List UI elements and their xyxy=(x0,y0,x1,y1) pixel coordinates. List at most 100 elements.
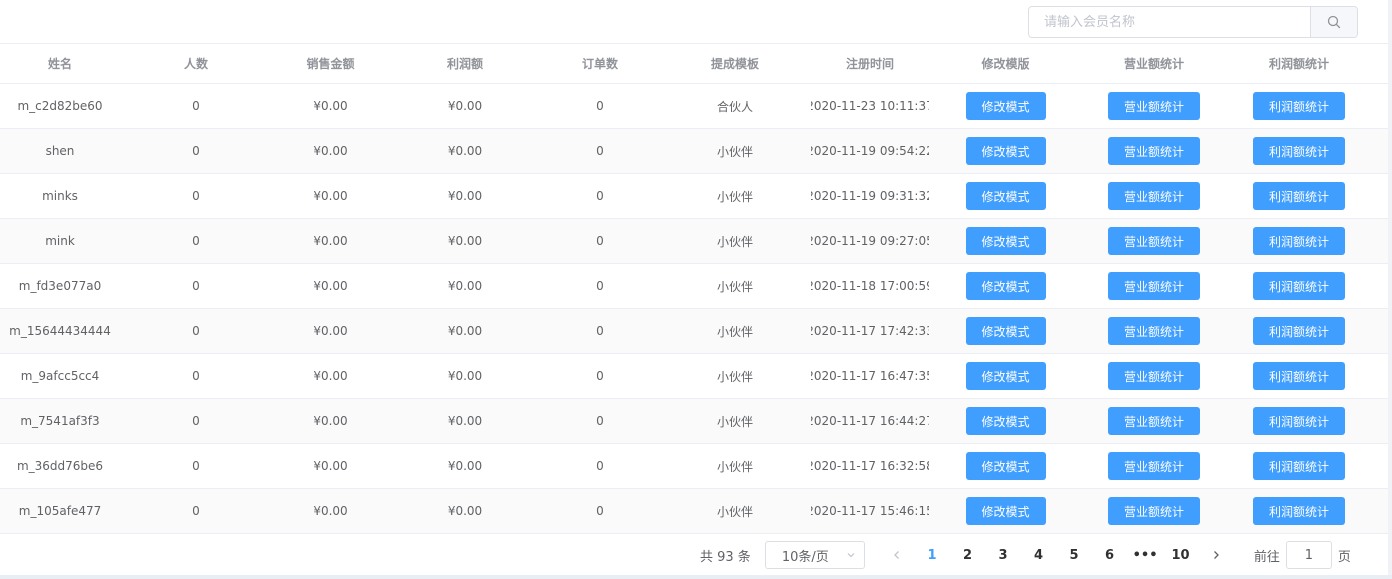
cell-action: 利润额统计 xyxy=(1226,317,1372,345)
cell-action: 营业额统计 xyxy=(1082,317,1226,345)
cell-orders: 0 xyxy=(596,459,604,473)
revenue-stats-button[interactable]: 营业额统计 xyxy=(1108,227,1200,255)
table-row: m_7541af3f3 0 ¥0.00 ¥0.00 0 小伙伴 2020-11-17 16:… xyxy=(0,399,1388,444)
edit-mode-button[interactable]: 修改模式 xyxy=(965,407,1046,435)
member-table: 姓名 人数 销售金额 利润额 订单数 提成模板 注册时间 修改模版 营业额统计 … xyxy=(0,43,1388,534)
cell-template: 小伙伴 xyxy=(716,279,753,294)
cell-orders: 0 xyxy=(596,414,604,428)
table-row: m_fd3e077a0 0 ¥0.00 ¥0.00 0 小伙伴 2020-11-18 17:… xyxy=(0,264,1388,309)
cell-profit: ¥0.00 xyxy=(447,414,483,428)
profit-stats-button[interactable]: 利润额统计 xyxy=(1253,137,1345,165)
revenue-stats-button[interactable]: 营业额统计 xyxy=(1108,272,1200,300)
cell-action: 营业额统计 xyxy=(1082,272,1226,300)
prev-page-button[interactable] xyxy=(879,541,915,569)
cell-registered: 2020-11-17 16:32:58 xyxy=(811,459,929,473)
page-number-button[interactable]: 6 xyxy=(1092,541,1128,569)
page-number-button[interactable]: 3 xyxy=(985,541,1021,569)
header-sales: 销售金额 xyxy=(306,57,355,71)
search-input[interactable] xyxy=(1029,7,1310,37)
search-button[interactable] xyxy=(1310,7,1357,37)
revenue-stats-button[interactable]: 营业额统计 xyxy=(1108,137,1200,165)
profit-stats-button[interactable]: 利润额统计 xyxy=(1253,92,1345,120)
page-number-button[interactable]: 5 xyxy=(1056,541,1092,569)
member-list-page: 姓名 人数 销售金额 利润额 订单数 提成模板 注册时间 修改模版 营业额统计 … xyxy=(0,0,1392,579)
cell-profit: ¥0.00 xyxy=(447,369,483,383)
cell-name: m_fd3e077a0 xyxy=(18,279,102,293)
cell-people: 0 xyxy=(192,234,200,248)
edit-mode-button[interactable]: 修改模式 xyxy=(965,137,1046,165)
cell-template: 小伙伴 xyxy=(716,369,753,384)
cell-name: m_36dd76be6 xyxy=(16,459,104,473)
cell-action: 营业额统计 xyxy=(1082,497,1226,525)
goto-page-input[interactable] xyxy=(1285,541,1332,569)
cell-template: 合伙人 xyxy=(716,99,753,114)
cell-action: 利润额统计 xyxy=(1226,362,1372,390)
revenue-stats-button[interactable]: 营业额统计 xyxy=(1108,92,1200,120)
goto-prefix: 前往 xyxy=(1253,549,1280,565)
profit-stats-button[interactable]: 利润额统计 xyxy=(1253,407,1345,435)
page-number-button[interactable]: 4 xyxy=(1021,541,1057,569)
cell-name: m_15644434444 xyxy=(9,324,111,338)
revenue-stats-button[interactable]: 营业额统计 xyxy=(1108,407,1200,435)
profit-stats-button[interactable]: 利润额统计 xyxy=(1253,362,1345,390)
cell-profit: ¥0.00 xyxy=(447,279,483,293)
cell-action: 修改模式 xyxy=(929,92,1082,120)
cell-orders: 0 xyxy=(596,99,604,113)
cell-people: 0 xyxy=(192,369,200,383)
edit-mode-button[interactable]: 修改模式 xyxy=(965,92,1046,120)
revenue-stats-button[interactable]: 营业额统计 xyxy=(1108,362,1200,390)
edit-mode-button[interactable]: 修改模式 xyxy=(965,227,1046,255)
edit-mode-button[interactable]: 修改模式 xyxy=(965,452,1046,480)
revenue-stats-button[interactable]: 营业额统计 xyxy=(1108,317,1200,345)
cell-sales: ¥0.00 xyxy=(313,144,348,158)
table-header-row: 姓名 人数 销售金额 利润额 订单数 提成模板 注册时间 修改模版 营业额统计 … xyxy=(0,44,1388,84)
cell-action: 利润额统计 xyxy=(1226,137,1372,165)
table-row: minks 0 ¥0.00 ¥0.00 0 小伙伴 2020-11-19 09:31:32 修… xyxy=(0,174,1388,219)
cell-people: 0 xyxy=(192,189,200,203)
page-number-button[interactable]: 10 xyxy=(1163,541,1199,569)
cell-orders: 0 xyxy=(596,279,604,293)
table-row: m_105afe477 0 ¥0.00 ¥0.00 0 小伙伴 2020-11-17 15:… xyxy=(0,489,1388,534)
header-template: 提成模板 xyxy=(710,57,759,71)
header-profit: 利润额 xyxy=(446,57,483,71)
profit-stats-button[interactable]: 利润额统计 xyxy=(1253,182,1345,210)
cell-registered: 2020-11-19 09:27:05 xyxy=(811,234,929,248)
cell-profit: ¥0.00 xyxy=(447,189,483,203)
profit-stats-button[interactable]: 利润额统计 xyxy=(1253,227,1345,255)
page-number-button[interactable]: 1 xyxy=(914,541,950,569)
cell-people: 0 xyxy=(192,144,200,158)
cell-action: 营业额统计 xyxy=(1082,362,1226,390)
profit-stats-button[interactable]: 利润额统计 xyxy=(1253,317,1345,345)
revenue-stats-button[interactable]: 营业额统计 xyxy=(1108,182,1200,210)
profit-stats-button[interactable]: 利润额统计 xyxy=(1253,272,1345,300)
cell-people: 0 xyxy=(192,504,200,518)
more-pages-button[interactable]: ••• xyxy=(1127,541,1163,569)
cell-action: 修改模式 xyxy=(929,452,1082,480)
revenue-stats-button[interactable]: 营业额统计 xyxy=(1108,452,1200,480)
cell-action: 修改模式 xyxy=(929,227,1082,255)
edit-mode-button[interactable]: 修改模式 xyxy=(965,362,1046,390)
search-icon xyxy=(1327,15,1341,29)
page-size-value: 10条/页 xyxy=(781,549,829,565)
cell-template: 小伙伴 xyxy=(716,414,753,429)
page-size-select[interactable]: 10条/页 xyxy=(764,541,865,569)
header-orders: 订单数 xyxy=(581,57,618,71)
cell-template: 小伙伴 xyxy=(716,504,753,519)
page-number-button[interactable]: 2 xyxy=(950,541,986,569)
table-row: m_15644434444 0 ¥0.00 ¥0.00 0 小伙伴 2020-11-17 1… xyxy=(0,309,1388,354)
edit-mode-button[interactable]: 修改模式 xyxy=(965,317,1046,345)
cell-action: 利润额统计 xyxy=(1226,497,1372,525)
profit-stats-button[interactable]: 利润额统计 xyxy=(1253,497,1345,525)
cell-sales: ¥0.00 xyxy=(313,189,348,203)
next-page-button[interactable] xyxy=(1198,541,1234,569)
cell-people: 0 xyxy=(192,459,200,473)
edit-mode-button[interactable]: 修改模式 xyxy=(965,497,1046,525)
cell-action: 修改模式 xyxy=(929,317,1082,345)
profit-stats-button[interactable]: 利润额统计 xyxy=(1253,452,1345,480)
cell-registered: 2020-11-17 15:46:15 xyxy=(811,504,929,518)
cell-people: 0 xyxy=(192,414,200,428)
cell-action: 营业额统计 xyxy=(1082,92,1226,120)
revenue-stats-button[interactable]: 营业额统计 xyxy=(1108,497,1200,525)
edit-mode-button[interactable]: 修改模式 xyxy=(965,272,1046,300)
edit-mode-button[interactable]: 修改模式 xyxy=(965,182,1046,210)
